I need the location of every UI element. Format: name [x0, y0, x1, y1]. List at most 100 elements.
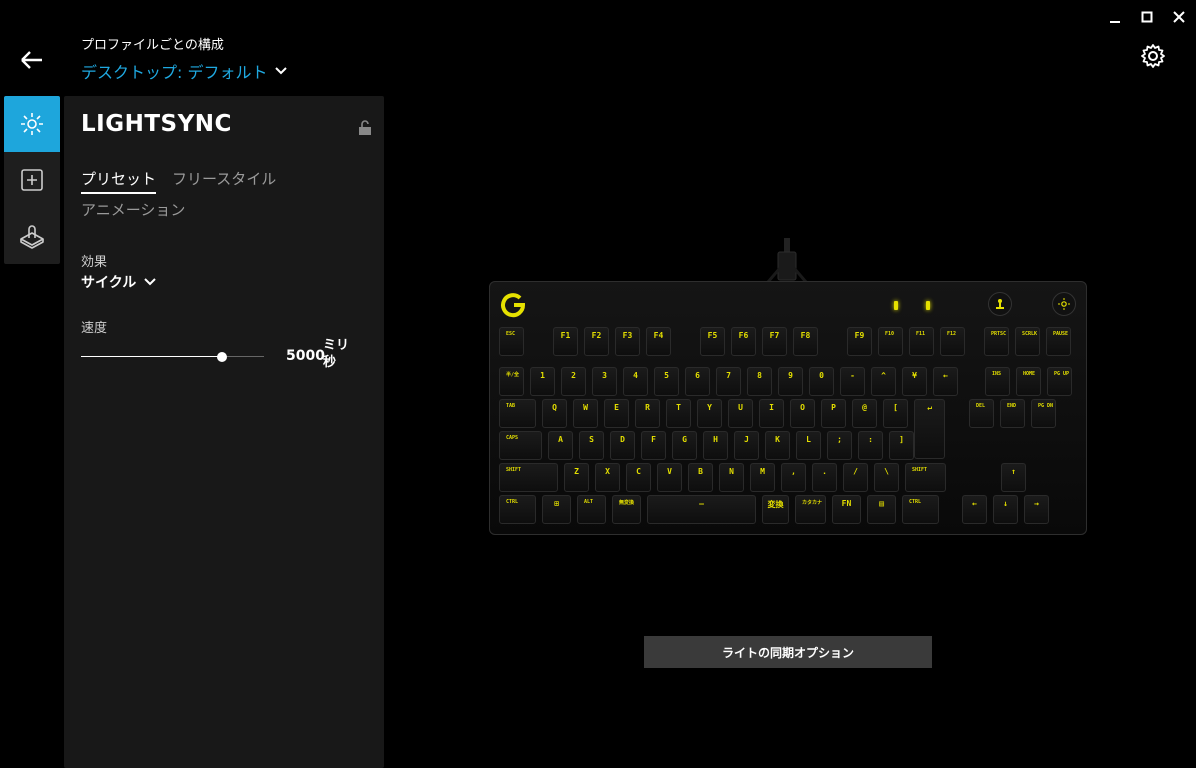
key-0-5[interactable]: F4: [646, 327, 671, 356]
key-0-2[interactable]: F1: [553, 327, 578, 356]
gear-icon[interactable]: [1140, 43, 1166, 69]
key-1-11[interactable]: -: [840, 367, 865, 396]
profile-selector[interactable]: デスクトップ: デフォルト: [81, 59, 288, 83]
key-2-6[interactable]: Y: [697, 399, 722, 428]
key-5-2[interactable]: ALT: [577, 495, 606, 524]
key-4-6[interactable]: N: [719, 463, 744, 492]
game-mode-button[interactable]: [988, 292, 1012, 316]
key-1-7[interactable]: 7: [716, 367, 741, 396]
key-2-0[interactable]: TAB: [499, 399, 536, 428]
key-1-16[interactable]: INS: [985, 367, 1010, 396]
key-0-13[interactable]: F10: [878, 327, 903, 356]
key-1-8[interactable]: 8: [747, 367, 772, 396]
unlock-icon[interactable]: [358, 120, 372, 136]
minimize-icon[interactable]: [1106, 8, 1124, 26]
nav-item-assignments[interactable]: [4, 152, 60, 208]
key-2-3[interactable]: E: [604, 399, 629, 428]
key-2-16[interactable]: END: [1000, 399, 1025, 428]
key-1-9[interactable]: 9: [778, 367, 803, 396]
key-4-1[interactable]: Z: [564, 463, 589, 492]
key-2-8[interactable]: I: [759, 399, 784, 428]
key-3-6[interactable]: H: [703, 431, 728, 460]
key-3-0[interactable]: CAPS: [499, 431, 542, 460]
key-0-18[interactable]: SCRLK: [1015, 327, 1040, 356]
key-5-6[interactable]: カタカナ: [795, 495, 826, 524]
key-0-10[interactable]: F8: [793, 327, 818, 356]
key-1-17[interactable]: HOME: [1016, 367, 1041, 396]
key-5-7[interactable]: FN: [832, 495, 861, 524]
key-2-11[interactable]: @: [852, 399, 877, 428]
key-0-0[interactable]: ESC: [499, 327, 524, 356]
key-4-14[interactable]: ↑: [1001, 463, 1026, 492]
key-2-2[interactable]: W: [573, 399, 598, 428]
key-4-8[interactable]: ,: [781, 463, 806, 492]
tab-freestyle[interactable]: フリースタイル: [172, 168, 276, 194]
brightness-button[interactable]: [1052, 292, 1076, 316]
key-2-1[interactable]: Q: [542, 399, 567, 428]
key-0-7[interactable]: F5: [700, 327, 725, 356]
key-4-2[interactable]: X: [595, 463, 620, 492]
key-0-14[interactable]: F11: [909, 327, 934, 356]
key-1-1[interactable]: 1: [530, 367, 555, 396]
key-3-3[interactable]: D: [610, 431, 635, 460]
key-4-12[interactable]: SHIFT: [905, 463, 946, 492]
key-4-7[interactable]: M: [750, 463, 775, 492]
key-3-12[interactable]: ]: [889, 431, 914, 460]
key-0-19[interactable]: PAUSE: [1046, 327, 1071, 356]
key-0-3[interactable]: F2: [584, 327, 609, 356]
effect-dropdown[interactable]: サイクル: [81, 272, 157, 292]
key-1-2[interactable]: 2: [561, 367, 586, 396]
key-4-11[interactable]: \: [874, 463, 899, 492]
key-5-4[interactable]: —: [647, 495, 756, 524]
key-1-18[interactable]: PG UP: [1047, 367, 1072, 396]
key-5-12[interactable]: ↓: [993, 495, 1018, 524]
key-1-0[interactable]: 半/全: [499, 367, 524, 396]
key-1-3[interactable]: 3: [592, 367, 617, 396]
key-5-13[interactable]: →: [1024, 495, 1049, 524]
key-0-12[interactable]: F9: [847, 327, 872, 356]
key-3-5[interactable]: G: [672, 431, 697, 460]
key-2-13[interactable]: ↵: [914, 399, 945, 459]
key-4-5[interactable]: B: [688, 463, 713, 492]
key-3-7[interactable]: J: [734, 431, 759, 460]
key-2-4[interactable]: R: [635, 399, 660, 428]
key-3-10[interactable]: ;: [827, 431, 852, 460]
slider-thumb[interactable]: [216, 352, 227, 362]
key-2-7[interactable]: U: [728, 399, 753, 428]
key-5-11[interactable]: ←: [962, 495, 987, 524]
tab-animation[interactable]: アニメーション: [81, 199, 185, 220]
key-1-10[interactable]: 0: [809, 367, 834, 396]
key-4-3[interactable]: C: [626, 463, 651, 492]
nav-item-lighting[interactable]: [4, 96, 60, 152]
key-0-15[interactable]: F12: [940, 327, 965, 356]
key-3-9[interactable]: L: [796, 431, 821, 460]
key-5-5[interactable]: 変換: [762, 495, 789, 524]
key-0-17[interactable]: PRTSC: [984, 327, 1009, 356]
key-0-8[interactable]: F6: [731, 327, 756, 356]
key-2-17[interactable]: PG DN: [1031, 399, 1056, 428]
key-2-10[interactable]: P: [821, 399, 846, 428]
key-3-1[interactable]: A: [548, 431, 573, 460]
key-3-8[interactable]: K: [765, 431, 790, 460]
key-1-4[interactable]: 4: [623, 367, 648, 396]
key-4-9[interactable]: .: [812, 463, 837, 492]
key-4-0[interactable]: SHIFT: [499, 463, 558, 492]
key-3-11[interactable]: :: [858, 431, 883, 460]
key-0-9[interactable]: F7: [762, 327, 787, 356]
key-4-10[interactable]: /: [843, 463, 868, 492]
maximize-icon[interactable]: [1138, 8, 1156, 26]
key-1-13[interactable]: ¥: [902, 367, 927, 396]
key-2-15[interactable]: DEL: [969, 399, 994, 428]
key-5-9[interactable]: CTRL: [902, 495, 939, 524]
key-4-4[interactable]: V: [657, 463, 682, 492]
back-arrow-icon[interactable]: [18, 46, 46, 74]
tab-preset[interactable]: プリセット: [81, 168, 157, 194]
key-3-4[interactable]: F: [641, 431, 666, 460]
key-5-8[interactable]: ▤: [867, 495, 896, 524]
key-1-14[interactable]: ←: [933, 367, 958, 396]
nav-item-game-mode[interactable]: [4, 208, 60, 264]
key-5-0[interactable]: CTRL: [499, 495, 536, 524]
close-icon[interactable]: [1170, 8, 1188, 26]
speed-slider[interactable]: [81, 352, 264, 362]
key-3-2[interactable]: S: [579, 431, 604, 460]
